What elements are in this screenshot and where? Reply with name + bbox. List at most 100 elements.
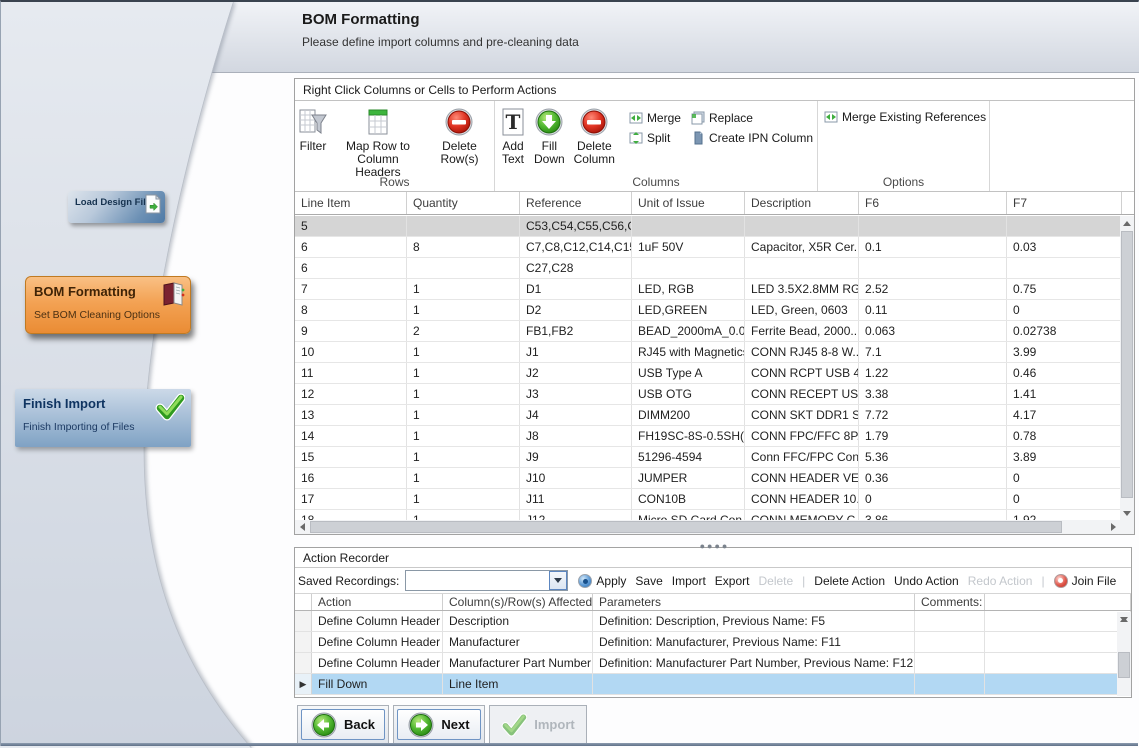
table-row[interactable]: 171J11CON10BCONN HEADER 10...00 [295, 489, 1120, 510]
row-selector[interactable] [295, 611, 312, 631]
action-cell[interactable]: Define Column Header [312, 611, 443, 631]
replace-button[interactable]: Replace [691, 111, 813, 125]
scrollbar-thumb[interactable] [1118, 652, 1130, 678]
action-cell[interactable]: Define Column Header [312, 653, 443, 673]
table-cell[interactable]: LED, RGB [632, 279, 745, 299]
table-cell[interactable]: USB Type A [632, 363, 745, 383]
table-cell[interactable]: 15 [295, 447, 407, 467]
save-link[interactable]: Save [635, 574, 662, 588]
action-cell[interactable]: Define Column Header [312, 632, 443, 652]
table-cell[interactable]: 3.89 [1007, 447, 1120, 467]
table-cell[interactable]: 6 [295, 237, 407, 257]
table-cell[interactable]: 16 [295, 468, 407, 488]
table-cell[interactable] [745, 258, 859, 278]
table-row[interactable]: 81D2LED,GREENLED, Green, 06030.110 [295, 300, 1120, 321]
table-cell[interactable]: 4.17 [1007, 405, 1120, 425]
table-cell[interactable]: 0.11 [859, 300, 1007, 320]
action-row[interactable]: Define Column HeaderManufacturer Part Nu… [295, 653, 1131, 674]
table-cell[interactable]: J4 [520, 405, 632, 425]
scrollbar-thumb[interactable] [1121, 231, 1133, 498]
table-cell[interactable]: 7.1 [859, 342, 1007, 362]
table-cell[interactable]: 1 [407, 342, 520, 362]
table-cell[interactable] [407, 258, 520, 278]
table-cell[interactable]: FH19SC-8S-0.5SH(... [632, 426, 745, 446]
bom-table-vertical-scrollbar[interactable] [1120, 216, 1134, 520]
row-selector[interactable]: ▶ [295, 674, 312, 694]
table-cell[interactable] [1007, 216, 1120, 236]
table-cell[interactable]: 1 [407, 489, 520, 509]
table-cell[interactable] [632, 216, 745, 236]
table-cell[interactable]: D1 [520, 279, 632, 299]
action-row[interactable]: Define Column HeaderDescriptionDefinitio… [295, 611, 1131, 632]
wizard-step-bom-formatting[interactable]: BOM Formatting Set BOM Cleaning Options [25, 276, 191, 334]
table-cell[interactable]: 0.03 [1007, 237, 1120, 257]
action-cell[interactable]: Definition: Description, Previous Name: … [593, 611, 915, 631]
table-cell[interactable]: 11 [295, 363, 407, 383]
table-cell[interactable]: 6 [295, 258, 407, 278]
table-cell[interactable]: CONN HEADER 10... [745, 489, 859, 509]
table-cell[interactable]: 1.92 [1007, 510, 1120, 520]
table-cell[interactable]: USB OTG [632, 384, 745, 404]
fill-down-button[interactable]: Fill Down [531, 105, 568, 168]
delete-column-button[interactable]: Delete Column [568, 105, 621, 168]
table-row[interactable]: 101J1RJ45 with MagneticsCONN RJ45 8-8 W.… [295, 342, 1120, 363]
table-cell[interactable]: 0.36 [859, 468, 1007, 488]
map-row-to-column-headers-button[interactable]: Map Row to Column Headers [331, 105, 425, 181]
table-cell[interactable]: 0 [1007, 300, 1120, 320]
table-row[interactable]: 141J8FH19SC-8S-0.5SH(...CONN FPC/FFC 8P.… [295, 426, 1120, 447]
action-cell[interactable]: Manufacturer [443, 632, 593, 652]
table-cell[interactable]: 1 [407, 447, 520, 467]
table-cell[interactable]: BEAD_2000mA_0.0... [632, 321, 745, 341]
scroll-up-arrow[interactable] [1120, 216, 1134, 230]
bom-table-horizontal-scrollbar[interactable] [295, 520, 1120, 534]
table-cell[interactable]: 12 [295, 384, 407, 404]
table-cell[interactable]: 9 [295, 321, 407, 341]
table-cell[interactable]: 8 [295, 300, 407, 320]
saved-recordings-combobox[interactable] [405, 570, 568, 591]
table-cell[interactable]: 0.78 [1007, 426, 1120, 446]
action-cell[interactable] [593, 674, 915, 694]
table-cell[interactable] [632, 258, 745, 278]
table-cell[interactable]: J2 [520, 363, 632, 383]
table-cell[interactable] [1007, 258, 1120, 278]
table-cell[interactable]: Capacitor, X5R Cer... [745, 237, 859, 257]
wizard-step-finish-import[interactable]: Finish Import Finish Importing of Files [15, 389, 191, 447]
table-cell[interactable] [859, 216, 1007, 236]
column-header-reference[interactable]: Reference [520, 192, 632, 214]
table-cell[interactable]: 1 [407, 300, 520, 320]
action-cell[interactable] [915, 632, 985, 652]
table-cell[interactable]: CONN RJ45 8-8 W... [745, 342, 859, 362]
table-row[interactable]: 5C53,C54,C55,C56,C... [295, 216, 1120, 237]
action-cell[interactable]: Description [443, 611, 593, 631]
table-cell[interactable]: CONN HEADER VE... [745, 468, 859, 488]
row-selector[interactable] [295, 632, 312, 652]
table-cell[interactable]: 1.79 [859, 426, 1007, 446]
row-selector[interactable] [295, 653, 312, 673]
table-cell[interactable]: 0.1 [859, 237, 1007, 257]
table-cell[interactable]: 1 [407, 426, 520, 446]
table-cell[interactable]: 14 [295, 426, 407, 446]
action-cell[interactable]: Manufacturer Part Number [443, 653, 593, 673]
table-cell[interactable]: 0 [1007, 468, 1120, 488]
table-cell[interactable]: Ferrite Bead, 2000... [745, 321, 859, 341]
import-link[interactable]: Import [672, 574, 706, 588]
table-cell[interactable]: J1 [520, 342, 632, 362]
table-cell[interactable]: J11 [520, 489, 632, 509]
table-cell[interactable]: 3.38 [859, 384, 1007, 404]
split-button[interactable]: Split [629, 131, 681, 145]
table-cell[interactable]: 1 [407, 405, 520, 425]
table-cell[interactable]: 0.063 [859, 321, 1007, 341]
table-cell[interactable]: D2 [520, 300, 632, 320]
merge-button[interactable]: Merge [629, 111, 681, 125]
table-cell[interactable]: 3.86 [859, 510, 1007, 520]
table-cell[interactable]: 1uF 50V [632, 237, 745, 257]
table-cell[interactable]: C7,C8,C12,C14,C15,... [520, 237, 632, 257]
table-row[interactable]: 161J10JUMPERCONN HEADER VE...0.360 [295, 468, 1120, 489]
column-header-unit-of-issue[interactable]: Unit of Issue [632, 192, 745, 214]
undo-action-link[interactable]: Undo Action [894, 574, 959, 588]
scroll-left-arrow[interactable] [295, 520, 309, 534]
action-row[interactable]: Define Column HeaderManufacturerDefiniti… [295, 632, 1131, 653]
table-row[interactable]: 151J951296-4594Conn FFC/FPC Con...5.363.… [295, 447, 1120, 468]
table-cell[interactable]: J12 [520, 510, 632, 520]
action-cell[interactable]: Definition: Manufacturer, Previous Name:… [593, 632, 915, 652]
